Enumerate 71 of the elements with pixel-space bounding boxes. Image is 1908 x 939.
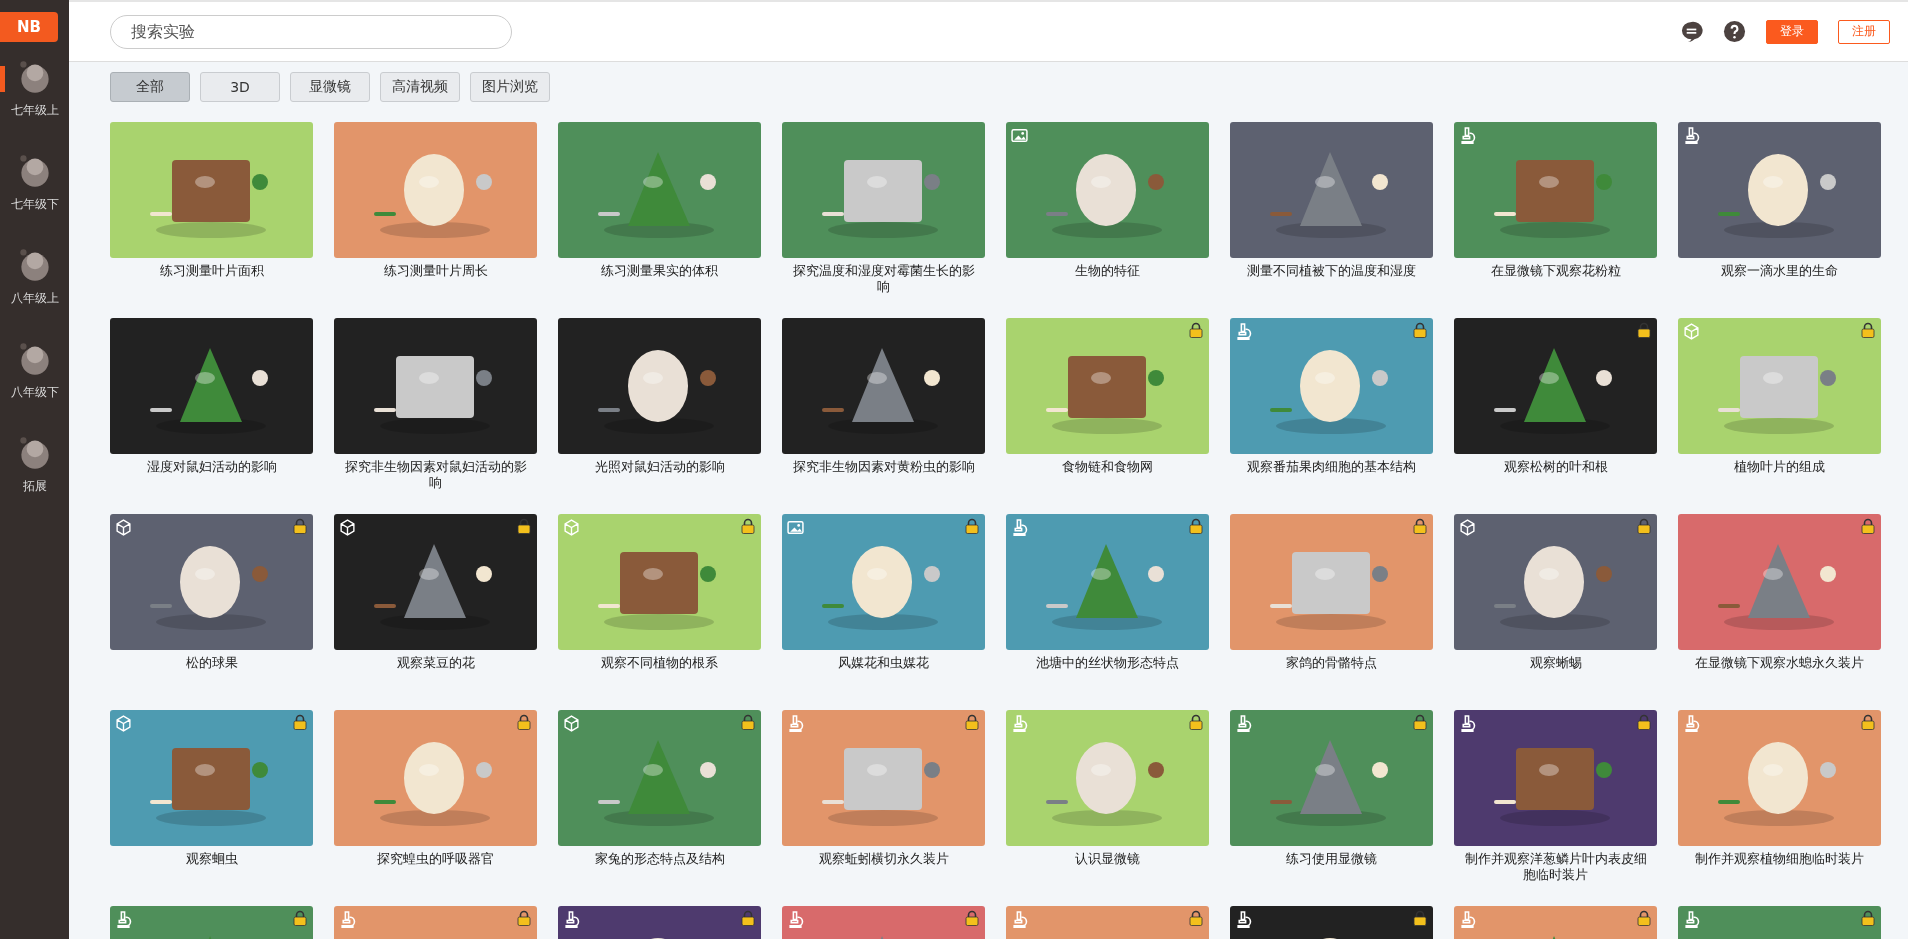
experiment-title[interactable]: 制作并观察植物细胞临时装片 xyxy=(1695,851,1864,867)
cube-icon xyxy=(115,519,132,536)
experiment-title[interactable]: 观察蚯蚓横切永久装片 xyxy=(818,851,949,867)
experiment-title[interactable]: 探究非生物因素对鼠妇活动的影响 xyxy=(340,459,531,491)
filter-tab[interactable]: 图片浏览 xyxy=(470,72,550,102)
experiment-title[interactable]: 观察蛔虫 xyxy=(185,851,238,867)
experiment-title[interactable]: 湿度对鼠妇活动的影响 xyxy=(146,459,277,475)
experiment-title[interactable]: 练习测量叶片面积 xyxy=(159,263,264,279)
cube-icon xyxy=(1459,519,1476,536)
experiment-title[interactable]: 练习测量叶片周长 xyxy=(383,263,488,279)
experiment-title[interactable]: 观察番茄果肉细胞的基本结构 xyxy=(1247,459,1416,475)
grade-nav-item[interactable]: 八年级下 xyxy=(0,338,69,432)
microscope-icon xyxy=(115,911,132,928)
experiment-title[interactable]: 家兔的形态特点及结构 xyxy=(594,851,725,867)
microscope-icon xyxy=(1459,127,1476,144)
experiment-title[interactable]: 光照对鼠妇活动的影响 xyxy=(594,459,725,475)
filter-tab[interactable]: 显微镜 xyxy=(290,72,370,102)
cube-icon xyxy=(563,715,580,732)
experiment-title[interactable]: 食物链和食物网 xyxy=(1062,459,1153,475)
experiment-title[interactable]: 练习测量果实的体积 xyxy=(601,263,718,279)
experiment-title[interactable]: 观察松树的叶和根 xyxy=(1503,459,1608,475)
experiment-title[interactable]: 在显微镜下观察水螅永久装片 xyxy=(1695,655,1864,671)
cube-icon xyxy=(115,715,132,732)
microscope-icon xyxy=(1459,911,1476,928)
experiment-title[interactable]: 观察蜥蜴 xyxy=(1529,655,1582,671)
filter-tab[interactable]: 高清视频 xyxy=(380,72,460,102)
experiment-title[interactable]: 认识显微镜 xyxy=(1075,851,1140,867)
microscope-icon xyxy=(1235,323,1252,340)
microscope-icon xyxy=(1011,519,1028,536)
grade-nav-item[interactable]: 七年级下 xyxy=(0,150,69,244)
microscope-icon xyxy=(787,911,804,928)
experiment-title[interactable]: 观察菜豆的花 xyxy=(396,655,475,671)
microscope-icon xyxy=(787,715,804,732)
experiment-title[interactable]: 观察一滴水里的生命 xyxy=(1721,263,1838,279)
microscope-icon xyxy=(563,911,580,928)
microscope-icon xyxy=(1235,911,1252,928)
experiment-title[interactable]: 练习使用显微镜 xyxy=(1286,851,1377,867)
grade-nav-item[interactable]: 八年级上 xyxy=(0,244,69,338)
experiment-title[interactable]: 生物的特征 xyxy=(1075,263,1140,279)
image-icon xyxy=(787,519,804,536)
microscope-icon xyxy=(1683,715,1700,732)
experiment-title[interactable]: 在显微镜下观察花粉粒 xyxy=(1490,263,1621,279)
image-icon xyxy=(1011,127,1028,144)
filter-tab[interactable]: 3D xyxy=(200,72,280,102)
microscope-icon xyxy=(1011,911,1028,928)
filter-tab[interactable]: 全部 xyxy=(110,72,190,102)
cube-icon xyxy=(1683,323,1700,340)
experiment-title[interactable]: 家鸽的骨骼特点 xyxy=(1286,655,1377,671)
microscope-icon xyxy=(339,911,356,928)
microscope-icon xyxy=(1459,715,1476,732)
microscope-icon xyxy=(1011,715,1028,732)
experiment-title[interactable]: 制作并观察洋葱鳞片叶内表皮细胞临时装片 xyxy=(1460,851,1651,883)
experiment-title[interactable]: 风媒花和虫媒花 xyxy=(838,655,929,671)
cube-icon xyxy=(339,519,356,536)
experiment-title[interactable]: 池塘中的丝状物形态特点 xyxy=(1036,655,1179,671)
experiment-title[interactable]: 探究温度和湿度对霉菌生长的影响 xyxy=(788,263,979,295)
experiment-title[interactable]: 松的球果 xyxy=(185,655,238,671)
experiment-title[interactable]: 观察不同植物的根系 xyxy=(601,655,718,671)
experiment-title[interactable]: 探究非生物因素对黄粉虫的影响 xyxy=(792,459,975,475)
experiment-title[interactable]: 探究蝗虫的呼吸器官 xyxy=(377,851,494,867)
chat-icon[interactable] xyxy=(1680,20,1703,43)
microscope-icon xyxy=(1235,715,1252,732)
cube-icon xyxy=(563,519,580,536)
experiment-title[interactable]: 植物叶片的组成 xyxy=(1734,459,1825,475)
experiment-title[interactable]: 测量不同植被下的温度和湿度 xyxy=(1247,263,1416,279)
search-field[interactable]: 搜索实验 xyxy=(110,14,512,49)
help-icon[interactable] xyxy=(1723,20,1746,43)
microscope-icon xyxy=(1683,127,1700,144)
grade-nav-item[interactable]: 七年级上 xyxy=(0,56,69,150)
grade-nav-item[interactable]: 拓展 xyxy=(0,432,69,526)
microscope-icon xyxy=(1683,911,1700,928)
